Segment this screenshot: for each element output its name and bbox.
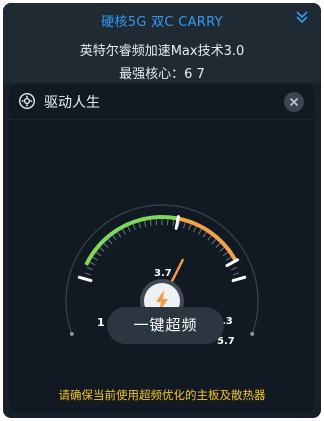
gauge-tick <box>233 272 240 276</box>
gauge-tick <box>89 261 96 266</box>
gauge-tick <box>87 266 93 271</box>
gauge-tick <box>198 228 202 235</box>
gauge-tick <box>112 235 117 241</box>
gauge-tick <box>117 231 122 238</box>
gauge-tick <box>193 226 197 233</box>
gauge-tick <box>219 247 225 252</box>
chevron-double-down-icon[interactable] <box>293 7 311 27</box>
gauge-tick <box>122 228 126 235</box>
gauge-tick <box>225 256 232 261</box>
turbo-tech-label: 英特尔睿频加速Max技术3.0 <box>79 44 245 59</box>
gauge-tick <box>188 224 192 231</box>
cpu-info-header: 硬核5G 双C CARRY 英特尔睿频加速Max技术3.0 最强核心：6 7 <box>3 3 321 83</box>
overclock-panel: 硬核5G 双C CARRY 英特尔睿频加速Max技术3.0 最强核心：6 7 驱… <box>3 3 321 418</box>
gauge-tick <box>231 266 237 271</box>
gauge-label-min: 1 <box>97 316 105 329</box>
gauge-tick <box>149 219 152 226</box>
best-cores-label: 最强核心：6 7 <box>119 67 205 82</box>
gauge-tick <box>211 238 217 245</box>
gauge-marker-min <box>77 275 93 283</box>
gauge-tick <box>222 251 229 257</box>
gauge-marker-turbo <box>225 258 240 268</box>
gauge-label-max: 5.7 <box>217 336 235 347</box>
gauge-tick <box>99 247 105 252</box>
one-click-overclock-button[interactable]: 一键超频 <box>107 307 224 344</box>
gauge-tick <box>132 224 136 231</box>
gauge-tick <box>95 251 102 257</box>
close-icon[interactable] <box>284 92 304 112</box>
driver-card: 驱动人生 1 3.7 5.3 5.7 一键超频 请确保当前使用超频优化的主板及散… <box>9 83 315 413</box>
gauge-tick <box>172 219 175 226</box>
gauge-ring-end-right <box>250 331 255 336</box>
gauge-tick <box>127 226 131 233</box>
gauge-tick <box>92 256 99 261</box>
gauge-label-base: 3.7 <box>154 268 172 279</box>
card-title: 驱动人生 <box>44 95 100 111</box>
gauge-ring-end-left <box>69 331 74 336</box>
warning-text: 请确保当前使用超频优化的主板及散热器 <box>58 388 266 402</box>
gauge-marker-max <box>231 275 247 283</box>
card-header: 驱动人生 <box>9 83 315 120</box>
header-title: 硬核5G 双C CARRY <box>101 15 223 30</box>
gauge-tick <box>183 222 186 229</box>
gauge-tick <box>202 231 207 238</box>
gauge-tick <box>207 235 212 241</box>
gauge-tick <box>107 238 113 245</box>
gauge-arc-turbo <box>177 216 238 262</box>
gauge-tick <box>103 242 109 248</box>
gear-icon <box>18 92 36 110</box>
gauge-arc-base <box>84 215 179 266</box>
gauge-tick <box>138 222 141 229</box>
gauge-tick <box>215 242 221 248</box>
gauge-tick <box>84 272 91 276</box>
gauge-tick <box>143 220 147 227</box>
